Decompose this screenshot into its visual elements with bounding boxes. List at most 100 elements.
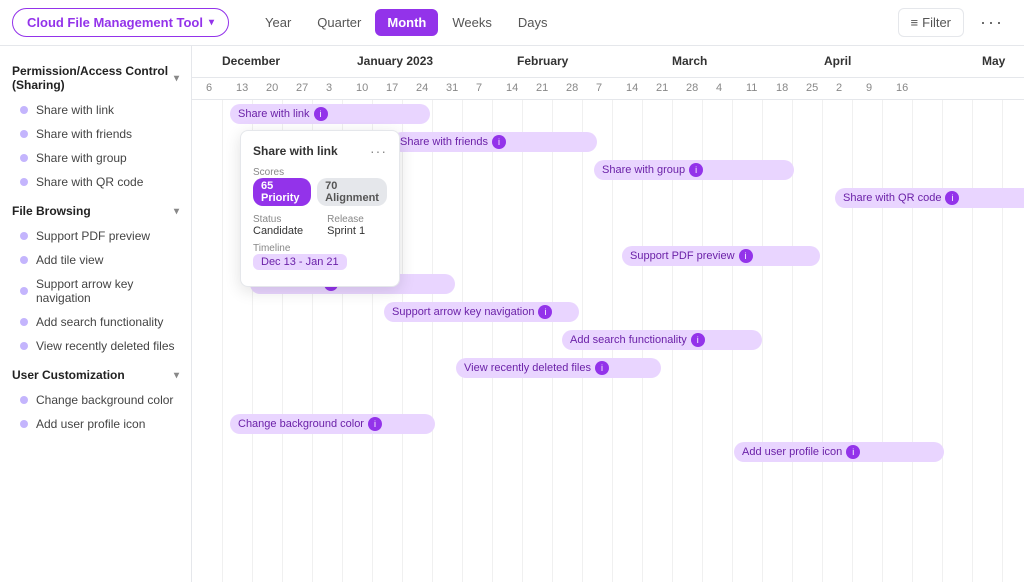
tab-days[interactable]: Days (506, 9, 560, 36)
sidebar-item-profile-icon[interactable]: Add user profile icon (0, 412, 191, 436)
sidebar-section-browsing: File Browsing ▾ Support PDF preview Add … (0, 198, 191, 358)
chevron-down-icon: ▾ (174, 73, 179, 84)
date-4: 4 (716, 82, 722, 94)
dot-icon (20, 318, 28, 326)
sidebar-item-arrow-nav[interactable]: Support arrow key navigation (0, 272, 191, 310)
popup-scores-row: Scores 65 Priority 70 Alignment (253, 167, 387, 206)
popup-timeline-label: Timeline (253, 243, 387, 254)
sidebar-section-customization-header[interactable]: User Customization ▾ (0, 362, 191, 388)
bar-bg-color[interactable]: Change background color i (230, 414, 435, 434)
sidebar-section-sharing: Permission/Access Control (Sharing) ▾ Sh… (0, 58, 191, 194)
sidebar-item-label: Change background color (36, 393, 173, 407)
sidebar-item-label: Share with link (36, 103, 114, 117)
tab-weeks[interactable]: Weeks (440, 9, 504, 36)
date-14b: 14 (626, 82, 638, 94)
date-25: 25 (806, 82, 818, 94)
info-icon: i (689, 163, 703, 177)
popup-status-label: Status (253, 214, 303, 225)
grid-area: Share with link i Share with friends i S… (192, 100, 1024, 582)
tab-month[interactable]: Month (375, 9, 438, 36)
dot-icon (20, 396, 28, 404)
sidebar-item-share-qr[interactable]: Share with QR code (0, 170, 191, 194)
sidebar-item-share-group[interactable]: Share with group (0, 146, 191, 170)
app-title-chevron: ▾ (209, 17, 214, 28)
date-20: 20 (266, 82, 278, 94)
alignment-badge: 70 Alignment (317, 178, 387, 206)
date-18: 18 (776, 82, 788, 94)
month-may: May (982, 54, 1005, 68)
sidebar-item-bg-color[interactable]: Change background color (0, 388, 191, 412)
dot-icon (20, 232, 28, 240)
popup-status-release-row: Status Candidate Release Sprint 1 (253, 214, 387, 237)
popup-release: Release Sprint 1 (327, 214, 365, 237)
main-content: Permission/Access Control (Sharing) ▾ Sh… (0, 46, 1024, 582)
date-24: 24 (416, 82, 428, 94)
popup-card: Share with link ··· Scores 65 Priority 7… (240, 130, 400, 287)
info-icon: i (314, 107, 328, 121)
popup-scores: 65 Priority 70 Alignment (253, 178, 387, 206)
bar-profile-icon[interactable]: Add user profile icon i (734, 442, 944, 462)
sidebar-item-label: View recently deleted files (36, 339, 175, 353)
date-31: 31 (446, 82, 458, 94)
info-icon: i (595, 361, 609, 375)
dot-icon (20, 256, 28, 264)
dot-icon (20, 287, 28, 295)
date-2: 2 (836, 82, 842, 94)
bar-search[interactable]: Add search functionality i (562, 330, 762, 350)
sidebar-item-label: Share with QR code (36, 175, 143, 189)
popup-more-button[interactable]: ··· (370, 143, 387, 159)
sidebar-item-share-friends[interactable]: Share with friends (0, 122, 191, 146)
info-icon: i (846, 445, 860, 459)
bar-deleted-files[interactable]: View recently deleted files i (456, 358, 661, 378)
bar-share-qr[interactable]: Share with QR code i (835, 188, 1024, 208)
bar-pdf-preview[interactable]: Support PDF preview i (622, 246, 820, 266)
date-21a: 21 (536, 82, 548, 94)
sidebar-section-browsing-header[interactable]: File Browsing ▾ (0, 198, 191, 224)
bar-share-group[interactable]: Share with group i (594, 160, 794, 180)
sidebar-section-sharing-header[interactable]: Permission/Access Control (Sharing) ▾ (0, 58, 191, 98)
date-14a: 14 (506, 82, 518, 94)
sidebar-item-label: Support PDF preview (36, 229, 150, 243)
popup-status: Status Candidate (253, 214, 303, 237)
sidebar-item-label: Share with friends (36, 127, 132, 141)
app-title-label: Cloud File Management Tool (27, 15, 203, 30)
bar-share-friends[interactable]: Share with friends i (392, 132, 597, 152)
time-nav: Year Quarter Month Weeks Days (253, 9, 559, 36)
bar-share-with-link[interactable]: Share with link i (230, 104, 430, 124)
info-icon: i (739, 249, 753, 263)
date-10: 10 (356, 82, 368, 94)
dot-icon (20, 342, 28, 350)
dot-icon (20, 178, 28, 186)
sidebar-section-customization: User Customization ▾ Change background c… (0, 362, 191, 436)
chevron-down-icon: ▾ (174, 206, 179, 217)
app-container: Cloud File Management Tool ▾ Year Quarte… (0, 0, 1024, 582)
sidebar-item-label: Add user profile icon (36, 417, 145, 431)
timeline-area: December January 2023 February March Apr… (192, 46, 1024, 582)
priority-label: Priority (261, 192, 300, 204)
sidebar-section-sharing-label: Permission/Access Control (Sharing) (12, 64, 174, 92)
date-11: 11 (746, 82, 757, 94)
month-january: January 2023 (357, 54, 433, 68)
alignment-label: Alignment (325, 192, 379, 204)
tab-quarter[interactable]: Quarter (305, 9, 373, 36)
dot-icon (20, 106, 28, 114)
timeline-badge: Dec 13 - Jan 21 (253, 254, 347, 270)
app-title-button[interactable]: Cloud File Management Tool ▾ (12, 8, 229, 37)
sidebar-item-share-link[interactable]: Share with link (0, 98, 191, 122)
month-header-row: December January 2023 February March Apr… (192, 46, 1024, 78)
date-28a: 28 (566, 82, 578, 94)
filter-button[interactable]: ≡ Filter (898, 8, 964, 37)
toolbar: Cloud File Management Tool ▾ Year Quarte… (0, 0, 1024, 46)
sidebar-item-deleted-files[interactable]: View recently deleted files (0, 334, 191, 358)
tab-year[interactable]: Year (253, 9, 303, 36)
chevron-down-icon: ▾ (174, 370, 179, 381)
popup-release-label: Release (327, 214, 365, 225)
bar-arrow-nav[interactable]: Support arrow key navigation i (384, 302, 579, 322)
date-7b: 7 (596, 82, 602, 94)
more-button[interactable]: ··· (972, 8, 1012, 37)
sidebar-item-pdf-preview[interactable]: Support PDF preview (0, 224, 191, 248)
sidebar-item-label: Add search functionality (36, 315, 163, 329)
sidebar-item-tile-view[interactable]: Add tile view (0, 248, 191, 272)
sidebar-item-search[interactable]: Add search functionality (0, 310, 191, 334)
month-march: March (672, 54, 707, 68)
